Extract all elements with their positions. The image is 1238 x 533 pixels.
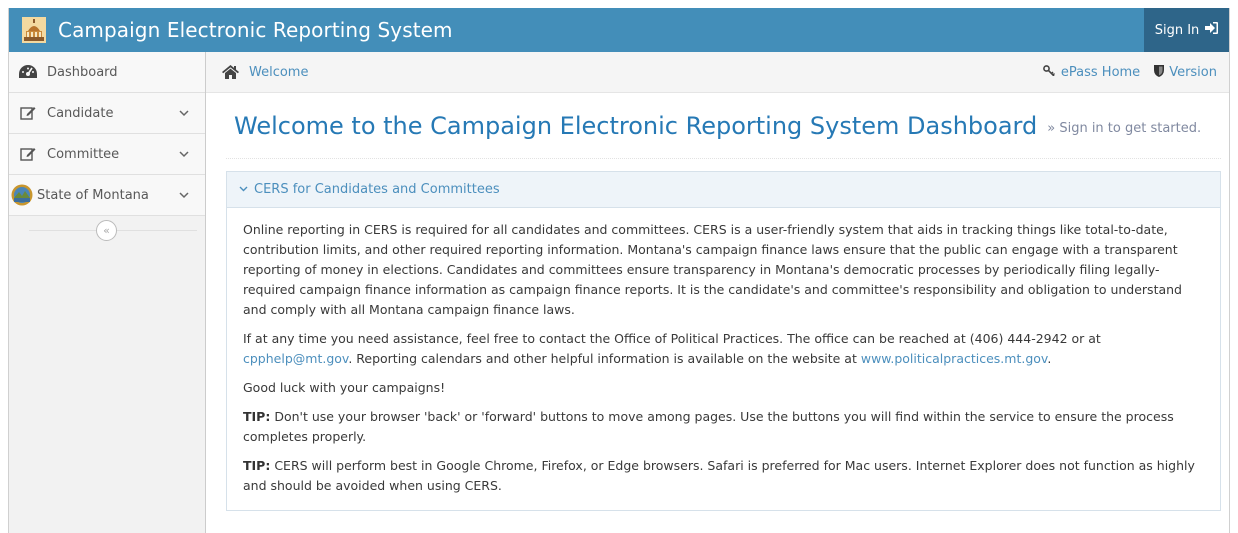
info-panel: CERS for Candidates and Committees Onlin… [226, 171, 1221, 511]
app-title: Campaign Electronic Reporting System [58, 18, 453, 42]
shield-icon [1154, 64, 1165, 81]
sidebar-item-candidate[interactable]: Candidate [9, 93, 205, 134]
chevron-down-icon [177, 106, 191, 120]
brand-link[interactable]: Campaign Electronic Reporting System [9, 8, 453, 52]
tip-label: TIP: [243, 409, 271, 424]
panel-toggle[interactable]: CERS for Candidates and Committees [227, 172, 1220, 208]
chevron-down-icon [177, 188, 191, 202]
version-link[interactable]: Version [1154, 64, 1217, 81]
tip-label: TIP: [243, 458, 271, 473]
key-icon [1042, 65, 1056, 80]
state-seal-icon [11, 184, 33, 206]
tip-paragraph: TIP: CERS will perform best in Google Ch… [243, 456, 1204, 496]
sidebar-item-label: Candidate [47, 105, 114, 121]
app-frame: Campaign Electronic Reporting System Sig… [8, 8, 1230, 533]
contact-paragraph: If at any time you need assistance, feel… [243, 329, 1204, 369]
sidebar-item-label: Dashboard [47, 64, 118, 80]
top-navbar: Campaign Electronic Reporting System Sig… [9, 8, 1229, 52]
home-icon[interactable] [222, 65, 239, 79]
sidebar-item-committee[interactable]: Committee [9, 134, 205, 175]
sidebar-item-dashboard[interactable]: Dashboard [9, 52, 205, 93]
chevron-down-icon [239, 183, 248, 196]
sign-in-icon [1205, 22, 1219, 38]
sidebar: Dashboard Candidate Committee State of M… [9, 52, 206, 533]
version-label: Version [1169, 65, 1217, 80]
sidebar-collapse-row: « [9, 216, 205, 246]
sidebar-item-label: State of Montana [37, 187, 149, 203]
sidebar-collapse-button[interactable]: « [96, 220, 117, 241]
chevron-down-icon [177, 147, 191, 161]
page-header: Welcome to the Campaign Electronic Repor… [226, 93, 1221, 159]
tip-text: Don't use your browser 'back' or 'forwar… [243, 409, 1174, 444]
breadcrumb: Welcome ePass Home Version [206, 52, 1229, 93]
double-chevron-left-icon: « [103, 224, 110, 237]
panel-body: Online reporting in CERS is required for… [227, 208, 1220, 510]
website-link[interactable]: www.politicalpractices.mt.gov [861, 351, 1048, 366]
breadcrumb-welcome-link[interactable]: Welcome [249, 65, 308, 80]
tip-paragraph: TIP: Don't use your browser 'back' or 'f… [243, 407, 1204, 447]
tachometer-icon [17, 61, 39, 83]
edit-icon [17, 143, 39, 165]
sign-in-label: Sign In [1154, 22, 1200, 38]
sign-in-button[interactable]: Sign In [1144, 8, 1229, 52]
contact-text: If at any time you need assistance, feel… [243, 331, 1101, 346]
capitol-logo-icon [22, 17, 46, 43]
email-link[interactable]: cpphelp@mt.gov [243, 351, 348, 366]
tip-text: CERS will perform best in Google Chrome,… [243, 458, 1195, 493]
breadcrumb-actions: ePass Home Version [1042, 52, 1217, 93]
epass-home-label: ePass Home [1060, 65, 1141, 80]
good-luck-paragraph: Good luck with your campaigns! [243, 380, 446, 395]
panel-title: CERS for Candidates and Committees [254, 182, 500, 197]
contact-text-end: . [1047, 351, 1052, 366]
page-subtitle: » Sign in to get started. [1047, 121, 1202, 136]
sidebar-item-state-of-montana[interactable]: State of Montana [9, 175, 205, 216]
intro-paragraph: Online reporting in CERS is required for… [243, 222, 1182, 317]
epass-home-link[interactable]: ePass Home [1042, 65, 1141, 80]
page-content: Welcome to the Campaign Electronic Repor… [206, 93, 1229, 533]
sidebar-item-label: Committee [47, 146, 120, 162]
page-title: Welcome to the Campaign Electronic Repor… [234, 111, 1038, 140]
edit-icon [17, 102, 39, 124]
contact-text-mid: . Reporting calendars and other helpful … [348, 351, 861, 366]
